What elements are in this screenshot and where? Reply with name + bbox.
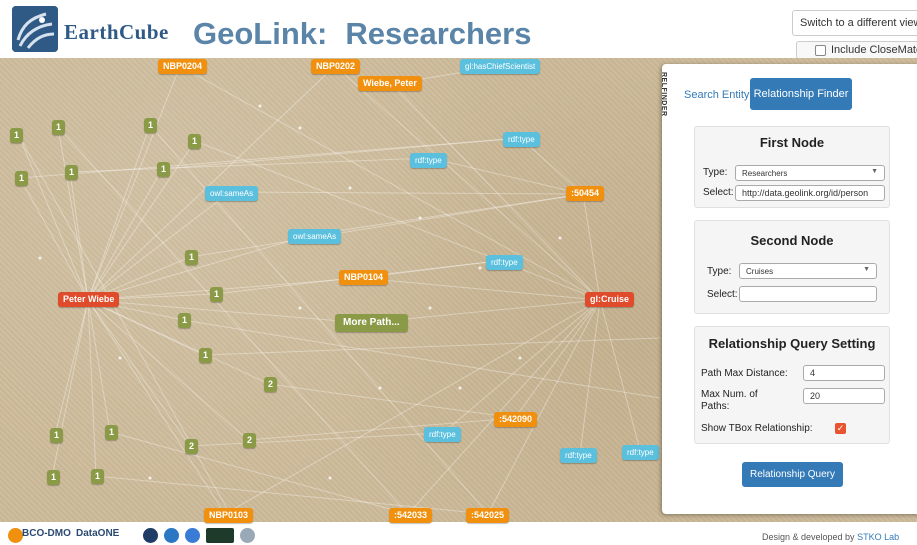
max-distance-label: Path Max Distance: — [701, 368, 788, 379]
bcodmo-logo-text[interactable]: BCO-DMO — [22, 528, 71, 539]
more-path-button[interactable]: More Path... — [335, 314, 408, 332]
earthcube-logo-icon — [12, 6, 58, 52]
second-node-select-input[interactable] — [739, 286, 877, 302]
app-root: EarthCube GeoLink: Researchers Switch to … — [0, 0, 917, 545]
edge-label-owl-sameas[interactable]: owl:sameAs — [288, 229, 342, 244]
path-count-node[interactable]: 1 — [178, 313, 192, 328]
earthcube-logo[interactable] — [12, 6, 58, 52]
query-settings-title: Relationship Query Setting — [708, 336, 876, 351]
edge-label-rdf-type[interactable]: rdf:type — [503, 132, 540, 147]
closematch-checkbox[interactable] — [815, 45, 826, 56]
library-logo-icon[interactable] — [206, 528, 234, 543]
tbox-label: Show TBox Relationship: — [701, 423, 813, 434]
path-count-node[interactable]: 1 — [10, 128, 24, 143]
path-count-node[interactable]: 1 — [199, 348, 213, 363]
edge-label-owl-sameas[interactable]: owl:sameAs — [205, 186, 259, 201]
graph-node-nbp0204[interactable]: NBP0204 — [158, 59, 208, 74]
path-count-node[interactable]: 1 — [47, 470, 61, 485]
path-count-node[interactable]: 2 — [243, 433, 257, 448]
first-node-type-value: Researchers — [742, 169, 788, 178]
graph-node-542025[interactable]: :542025 — [466, 508, 510, 523]
credit-text: Design & developed by STKO Lab — [762, 532, 899, 542]
second-node-type-value: Cruises — [746, 267, 774, 276]
path-count-node[interactable]: 2 — [264, 377, 278, 392]
path-count-node[interactable]: 1 — [157, 162, 171, 177]
second-node-select-label: Select: — [707, 289, 738, 300]
path-count-node[interactable]: 1 — [65, 165, 79, 180]
tab-relationship-finder[interactable]: Relationship Finder — [750, 78, 852, 110]
path-count-node[interactable]: 1 — [185, 250, 199, 265]
first-node-select-label: Select: — [703, 187, 734, 198]
graph-node-nbp0202[interactable]: NBP0202 — [311, 59, 361, 74]
closematch-label: Include CloseMatch — [831, 44, 917, 56]
edge-label-rdf-type[interactable]: rdf:type — [410, 153, 447, 168]
relfinder-tab-label: RELFINDER — [660, 72, 667, 117]
max-distance-input[interactable]: 4 — [803, 365, 885, 381]
first-node-card: First Node Type: Researchers ▼ Select: h… — [694, 126, 890, 208]
relationship-query-button[interactable]: Relationship Query — [742, 462, 843, 487]
switch-view-dropdown[interactable]: Switch to a different view ▾ — [792, 10, 917, 36]
edge-label-rdf-type[interactable]: rdf:type — [424, 427, 461, 442]
max-paths-label: Max Num. of Paths: — [701, 389, 758, 412]
graph-node-peter-wiebe[interactable]: Peter Wiebe — [58, 292, 120, 307]
include-closematch-toggle[interactable]: Include CloseMatch — [796, 41, 917, 59]
edge-label-rdf-type[interactable]: rdf:type — [486, 255, 523, 270]
path-count-node[interactable]: 1 — [144, 118, 158, 133]
stko-lab-link[interactable]: STKO Lab — [857, 532, 899, 542]
graph-node-542033[interactable]: :542033 — [389, 508, 433, 523]
graph-node-542090[interactable]: :542090 — [494, 412, 538, 427]
first-node-select-input[interactable]: http://data.geolink.org/id/person — [735, 185, 885, 201]
query-settings-card: Relationship Query Setting Path Max Dist… — [694, 326, 890, 444]
chevron-down-icon: ▼ — [871, 168, 878, 175]
header: EarthCube GeoLink: Researchers Switch to … — [0, 0, 917, 59]
first-node-type-label: Type: — [703, 167, 728, 178]
dataone-logo-text[interactable]: DataONE — [76, 528, 119, 539]
path-count-node[interactable]: 1 — [15, 171, 29, 186]
relfinder-side-tab[interactable]: RELFINDER — [660, 64, 676, 134]
path-count-node[interactable]: 1 — [91, 469, 105, 484]
tbox-checkbox[interactable]: ✓ — [835, 423, 846, 434]
second-node-card: Second Node Type: Cruises ▼ Select: — [694, 220, 890, 314]
graph-node-nbp0103[interactable]: NBP0103 — [204, 508, 254, 523]
path-count-node[interactable]: 1 — [105, 425, 119, 440]
graph-node-nbp0104[interactable]: NBP0104 — [339, 270, 389, 285]
path-count-node[interactable]: 1 — [52, 120, 66, 135]
credit-prefix: Design & developed by — [762, 532, 855, 542]
page-title: GeoLink: Researchers — [193, 16, 531, 52]
partner-logo-icon[interactable] — [143, 528, 158, 543]
footer: BCO-DMO DataONE Design & developed by ST… — [0, 525, 917, 545]
partner-seal-icon[interactable] — [240, 528, 255, 543]
first-node-title: First Node — [759, 135, 825, 150]
partner-seal-icon[interactable] — [185, 528, 200, 543]
edge-label-has-chief-scientist[interactable]: gl:hasChiefScientist — [460, 59, 541, 74]
path-count-node[interactable]: 1 — [50, 428, 64, 443]
page-subtitle: Researchers — [345, 16, 532, 51]
path-count-node[interactable]: 2 — [185, 439, 199, 454]
graph-node-50454[interactable]: :50454 — [566, 186, 605, 201]
edge-label-rdf-type[interactable]: rdf:type — [560, 448, 597, 463]
partner-globe-icon[interactable] — [164, 528, 179, 543]
brand-name: EarthCube — [64, 20, 169, 44]
second-node-type-label: Type: — [707, 266, 732, 277]
path-count-node[interactable]: 1 — [210, 287, 224, 302]
tab-search-entity[interactable]: Search Entity — [684, 89, 749, 101]
graph-node-gl-cruise[interactable]: gl:Cruise — [585, 292, 635, 307]
path-count-node[interactable]: 1 — [188, 134, 202, 149]
second-node-type-select[interactable]: Cruises ▼ — [739, 263, 877, 279]
max-paths-input[interactable]: 20 — [803, 388, 885, 404]
bcodmo-logo-icon — [8, 528, 23, 543]
relationship-finder-panel: RELFINDER Search Entity Relationship Fin… — [660, 64, 917, 514]
chevron-down-icon: ▼ — [863, 266, 870, 273]
first-node-type-select[interactable]: Researchers ▼ — [735, 165, 885, 181]
edge-label-rdf-type[interactable]: rdf:type — [622, 445, 659, 460]
app-title: GeoLink: — [193, 16, 328, 51]
second-node-title: Second Node — [750, 233, 834, 248]
graph-node-wiebe-peter[interactable]: Wiebe, Peter — [358, 76, 422, 91]
